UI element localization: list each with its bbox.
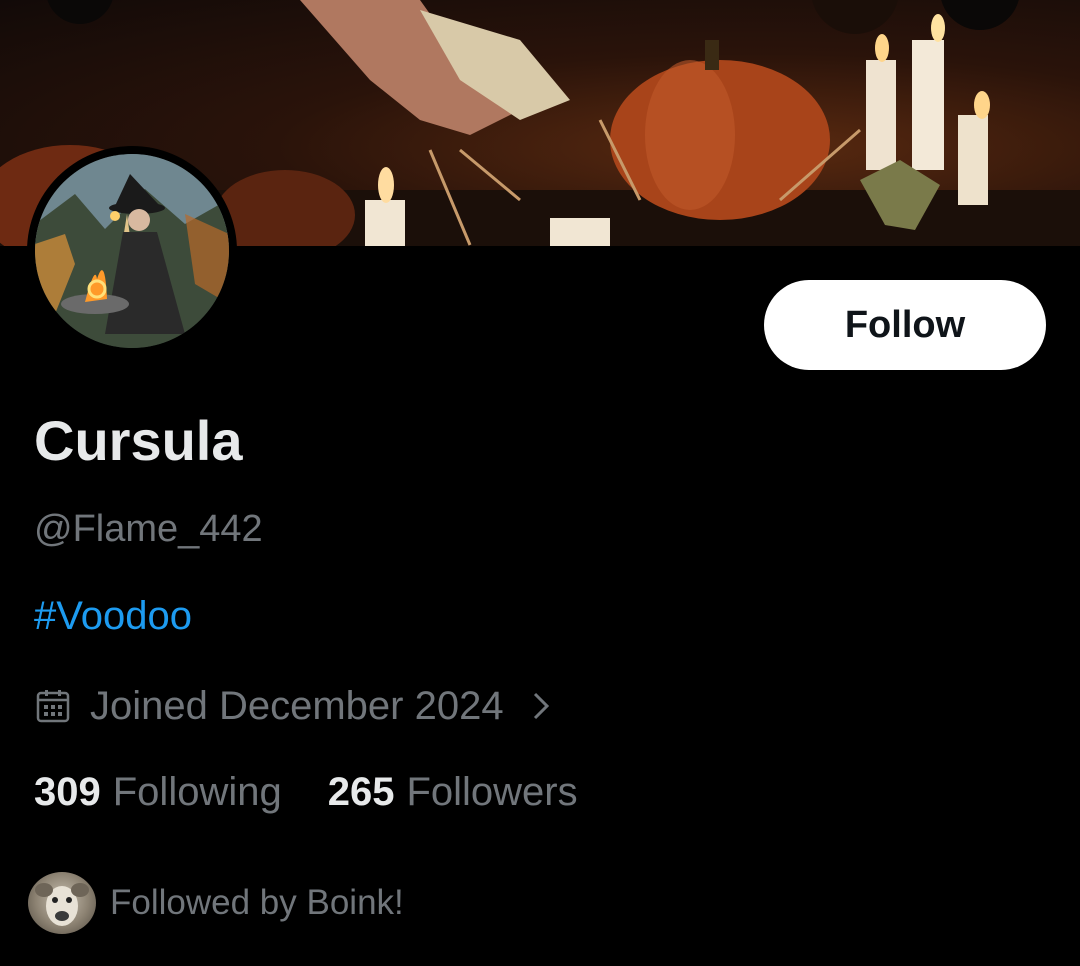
followers-count: 265 [327,770,395,814]
followers-label: Followers [406,770,578,814]
following-label: Following [112,770,282,814]
avatar-image [35,154,229,348]
following-link[interactable]: 309 Following [34,770,282,815]
joined-date-row[interactable]: Joined December 2024 [36,682,552,730]
followers-link[interactable]: 265 Followers [328,770,578,815]
profile-avatar[interactable] [27,146,237,356]
following-count: 309 [34,770,101,814]
chevron-right-icon [533,692,549,720]
follow-stats: 309 Following 265 Followers [34,770,578,815]
user-handle: @Flame_442 [34,508,263,550]
bio-hashtag-link[interactable]: #Voodoo [34,594,192,639]
followed-by-row[interactable]: Followed by Boink! [28,872,404,934]
joined-date-text: Joined December 2024 [90,683,504,728]
followed-by-text: Followed by Boink! [110,883,404,922]
follow-button[interactable]: Follow [764,280,1046,370]
display-name: Cursula [34,409,243,472]
follower-avatar [28,872,96,934]
calendar-icon [36,690,70,723]
